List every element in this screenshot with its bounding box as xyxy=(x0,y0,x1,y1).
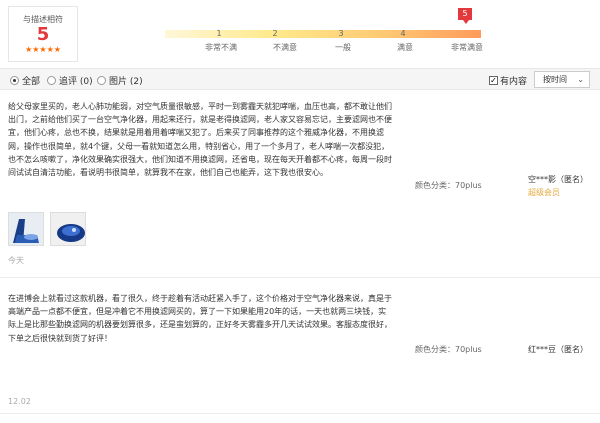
review-username[interactable]: 红***豆（匿名） xyxy=(528,344,588,355)
filter-followup[interactable]: 追评 (0) xyxy=(47,74,93,87)
review-text: 在进博会上就看过这款机器，看了很久，终于趁着有活动赶紧入手了，这个价格对于空气净… xyxy=(8,294,392,343)
review-user-level: 超级会员 xyxy=(528,188,560,197)
radio-icon[interactable] xyxy=(47,76,56,85)
rating-score: 5 xyxy=(36,24,50,45)
radio-icon[interactable] xyxy=(10,76,19,85)
filter-images-label: 图片 (2) xyxy=(109,77,143,87)
sort-dropdown-label: 按时间 xyxy=(543,75,567,84)
scale-label-very-unsatisfied: 非常不满 xyxy=(205,43,237,52)
filter-has-content[interactable]: ✓ 有内容 xyxy=(489,74,527,87)
review-product-attr: 颜色分类：70plus xyxy=(415,345,482,354)
filter-all[interactable]: 全部 xyxy=(10,74,40,87)
rating-summary: 与描述相符 5 ★★★★★ xyxy=(8,6,78,62)
rating-stars-icon: ★★★★★ xyxy=(25,45,61,54)
review-username[interactable]: 空***影（匿名） xyxy=(528,174,588,185)
scale-number-2: 2 xyxy=(272,29,278,38)
review-product-attr: 颜色分类：70plus xyxy=(415,181,482,190)
review-item: 在进博会上就看过这款机器，看了很久，终于趁着有活动赶紧入手了，这个价格对于空气净… xyxy=(0,280,600,414)
scale-number-1: 1 xyxy=(216,29,222,38)
review-image-thumbnail[interactable] xyxy=(50,212,86,246)
filter-has-content-label: 有内容 xyxy=(500,77,528,87)
scale-number-3: 3 xyxy=(338,29,344,38)
review-image-thumbnail[interactable] xyxy=(8,212,44,246)
radio-icon[interactable] xyxy=(97,76,106,85)
scale-number-4: 4 xyxy=(400,29,406,38)
review-date: 今天 xyxy=(8,256,24,265)
filter-followup-label: 追评 (0) xyxy=(59,77,93,87)
sort-dropdown[interactable]: 按时间 ⌄ xyxy=(534,71,590,88)
scale-selected-flag: 5 xyxy=(458,8,472,24)
scale-label-average: 一般 xyxy=(335,43,351,52)
satisfaction-scale: 1 2 3 4 5 非常不满 不满意 一般 满意 非常满意 xyxy=(165,8,495,58)
review-text: 给父母家里买的，老人心肺功能弱，对空气质量很敏感，平时一到雾霾天就犯哮喘，血压也… xyxy=(8,102,392,178)
scale-label-very-satisfied: 非常满意 xyxy=(451,43,483,52)
chevron-down-icon: ⌄ xyxy=(577,75,584,84)
review-filter-bar: 全部 追评 (0) 图片 (2) ✓ 有内容 按时间 ⌄ xyxy=(0,68,600,90)
filter-all-label: 全部 xyxy=(22,77,41,87)
review-item: 给父母家里买的，老人心肺功能弱，对空气质量很敏感，平时一到雾霾天就犯哮喘，血压也… xyxy=(0,92,600,278)
scale-label-satisfied: 满意 xyxy=(397,43,413,52)
review-image-list xyxy=(8,212,86,246)
scale-label-unsatisfied: 不满意 xyxy=(273,43,297,52)
review-date: 12.02 xyxy=(8,397,31,406)
filter-images[interactable]: 图片 (2) xyxy=(97,74,143,87)
checkbox-icon[interactable]: ✓ xyxy=(489,76,498,85)
